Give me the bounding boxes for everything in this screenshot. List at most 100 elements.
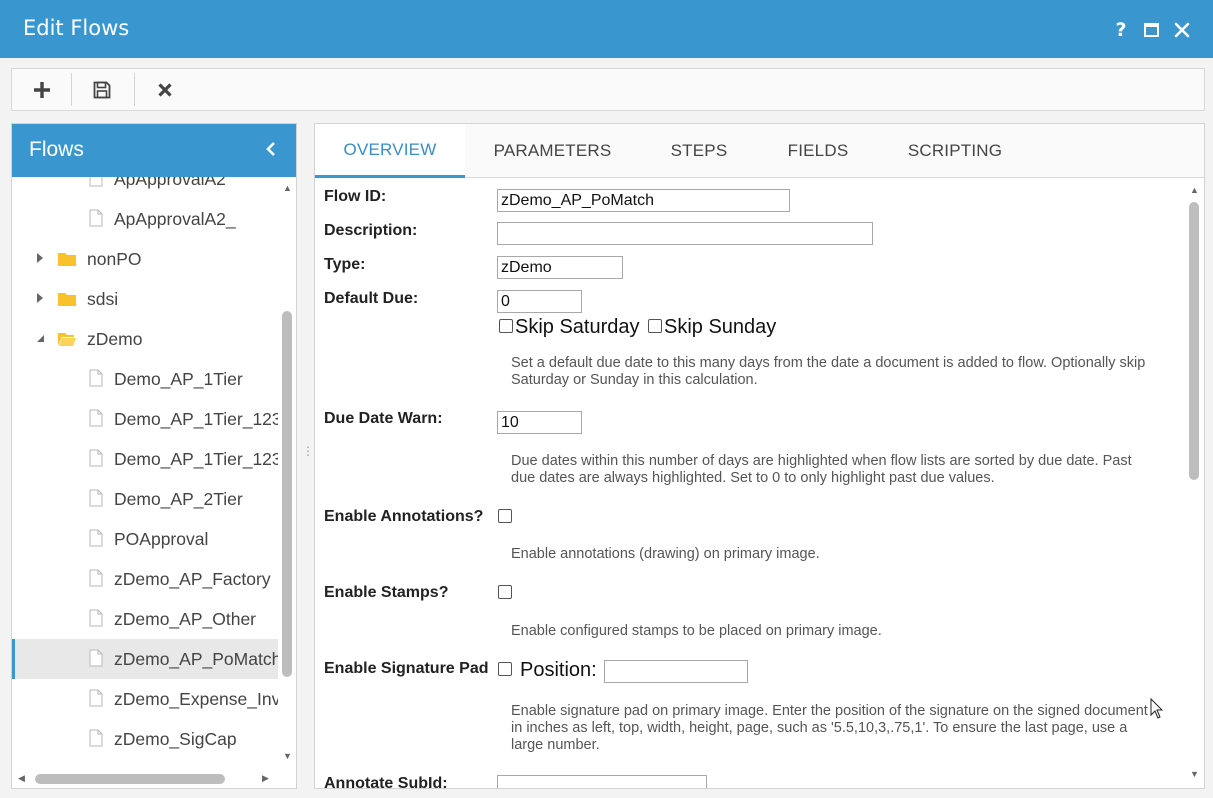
file-icon <box>89 529 103 547</box>
due-date-warn-label: Due Date Warn: <box>324 410 443 427</box>
position-input[interactable] <box>604 660 748 683</box>
scroll-up-icon[interactable]: ▲ <box>1190 185 1199 195</box>
plus-icon <box>34 81 50 98</box>
file-icon <box>89 449 103 467</box>
default-due-input[interactable] <box>497 290 582 313</box>
flow-id-input[interactable] <box>497 189 790 212</box>
tree-item-label: sdsi <box>87 289 119 309</box>
scroll-right-icon[interactable]: ▶ <box>262 773 269 784</box>
tree-folder-sdsi[interactable]: sdsi <box>12 279 278 319</box>
due-date-warn-input[interactable] <box>497 411 582 434</box>
enable-annotations-label: Enable Annotations? <box>324 508 484 525</box>
enable-annotations-checkbox[interactable] <box>498 509 512 523</box>
tree-folder-zdemo[interactable]: zDemo <box>12 319 278 359</box>
description-input[interactable] <box>497 222 873 245</box>
file-icon <box>89 369 103 387</box>
enable-annotations-help-text: Enable annotations (drawing) on primary … <box>511 546 820 562</box>
maximize-icon <box>1143 22 1159 37</box>
enable-stamps-label: Enable Stamps? <box>324 584 449 601</box>
tree-item-label: zDemo_SigCap <box>114 729 237 749</box>
tree-item-label: nonPO <box>87 249 142 269</box>
tree-item-apapprovala2-[interactable]: ApApprovalA2_ <box>12 199 278 239</box>
tree-item-zdemo-sigcap[interactable]: zDemo_SigCap <box>12 719 278 759</box>
file-icon <box>89 569 103 587</box>
help-button[interactable]: ? <box>1110 19 1132 41</box>
caret-right-icon[interactable] <box>35 292 45 304</box>
skip-sunday-checkbox[interactable] <box>648 319 662 333</box>
annotate-subid-input[interactable] <box>497 775 707 788</box>
tab-overview[interactable]: OVERVIEW <box>315 124 465 178</box>
scrollbar-thumb[interactable] <box>1189 202 1199 480</box>
close-window-button[interactable] <box>1171 19 1193 41</box>
tree-horizontal-scrollbar[interactable]: ◀ ▶ <box>12 769 296 788</box>
tree-item-demo-ap-1tier-1234[interactable]: Demo_AP_1Tier_1234 <box>12 439 278 479</box>
tab-fields[interactable]: FIELDS <box>770 124 866 178</box>
type-input[interactable] <box>497 256 623 279</box>
tab-steps[interactable]: STEPS <box>650 124 748 178</box>
tree-item-apapprovala2[interactable]: ApApprovalA2 <box>12 177 278 199</box>
window-title-bar: Edit Flows ? <box>0 0 1213 58</box>
tree-item-label: Demo_AP_2Tier <box>114 489 243 509</box>
tree-item-label: zDemo_AP_Factory <box>114 569 271 589</box>
flows-panel-header: Flows <box>12 124 296 177</box>
tree-item-label: POApproval <box>114 529 209 549</box>
tree-item-zdemo-expense-invoi[interactable]: zDemo_Expense_Invoi <box>12 679 278 719</box>
chevron-left-icon <box>266 142 275 156</box>
tab-parameters[interactable]: PARAMETERS <box>475 124 630 178</box>
scrollbar-thumb[interactable] <box>35 774 225 784</box>
form-vertical-scrollbar[interactable]: ▲ ▼ <box>1186 178 1204 788</box>
tree-item-label: ApApprovalA2_ <box>114 209 236 229</box>
tab-bar: OVERVIEW PARAMETERS STEPS FIELDS SCRIPTI… <box>315 124 1204 178</box>
folder-icon <box>58 293 76 306</box>
enable-stamps-help-text: Enable configured stamps to be placed on… <box>511 623 882 639</box>
tree-item-poapproval[interactable]: POApproval <box>12 519 278 559</box>
close-icon <box>1174 22 1190 38</box>
description-label: Description: <box>324 222 418 239</box>
flows-panel: Flows ApApprovalA2 ApApprovalA2_ nonPO s… <box>11 123 297 789</box>
add-flow-button[interactable] <box>12 69 72 110</box>
tab-scripting[interactable]: SCRIPTING <box>890 124 1020 178</box>
default-due-help-text: Set a default due date to this many days… <box>511 355 1146 388</box>
scroll-down-icon[interactable]: ▼ <box>283 751 292 761</box>
scrollbar-thumb[interactable] <box>282 311 292 677</box>
annotate-subid-label: Annotate SubId: <box>324 775 448 789</box>
enable-signature-pad-checkbox[interactable] <box>498 662 512 676</box>
save-button[interactable] <box>72 69 132 110</box>
tree-item-label: ApApprovalA2 <box>114 177 226 189</box>
tree-vertical-scrollbar[interactable]: ▲ ▼ <box>278 177 296 769</box>
file-icon <box>89 409 103 427</box>
scroll-up-icon[interactable]: ▲ <box>283 183 292 193</box>
folder-open-icon <box>58 333 76 346</box>
file-icon <box>89 489 103 507</box>
tree-folder-nonpo[interactable]: nonPO <box>12 239 278 279</box>
scroll-down-icon[interactable]: ▼ <box>1190 769 1199 779</box>
collapse-panel-button[interactable] <box>260 137 282 161</box>
file-icon <box>89 209 103 227</box>
tree-item-demo-ap-2tier[interactable]: Demo_AP_2Tier <box>12 479 278 519</box>
caret-right-icon[interactable] <box>35 252 45 264</box>
panel-splitter-handle[interactable]: ⋮ <box>302 445 314 466</box>
maximize-button[interactable] <box>1140 19 1162 41</box>
toolbar <box>11 68 1205 111</box>
tree-item-zdemo-ap-other[interactable]: zDemo_AP_Other <box>12 599 278 639</box>
tree-item-label: zDemo <box>87 329 143 349</box>
skip-saturday-label: Skip Saturday <box>515 316 640 338</box>
tree-item-label: Demo_AP_1Tier <box>114 369 243 389</box>
scroll-left-icon[interactable]: ◀ <box>18 773 25 784</box>
enable-stamps-checkbox[interactable] <box>498 585 512 599</box>
tree-item-zdemo-ap-factory[interactable]: zDemo_AP_Factory <box>12 559 278 599</box>
tree-item-label: zDemo_Expense_Invoi <box>114 689 278 709</box>
tree-item-zdemo-ap-pomatch[interactable]: zDemo_AP_PoMatch <box>12 639 278 679</box>
save-icon <box>93 81 111 98</box>
enable-signature-pad-label: Enable Signature Pad <box>324 660 489 677</box>
due-date-warn-help-text: Due dates within this number of days are… <box>511 453 1132 486</box>
default-due-label: Default Due: <box>324 290 419 307</box>
tree-item-label: zDemo_AP_Other <box>114 609 257 629</box>
tree-item-demo-ap-1tier[interactable]: Demo_AP_1Tier <box>12 359 278 399</box>
caret-down-icon[interactable] <box>35 332 45 344</box>
tree-item-demo-ap-1tier-123[interactable]: Demo_AP_1Tier_123 <box>12 399 278 439</box>
skip-saturday-checkbox[interactable] <box>499 319 513 333</box>
file-icon <box>89 649 103 667</box>
delete-button[interactable] <box>135 69 195 110</box>
position-label: Position: <box>520 659 597 681</box>
